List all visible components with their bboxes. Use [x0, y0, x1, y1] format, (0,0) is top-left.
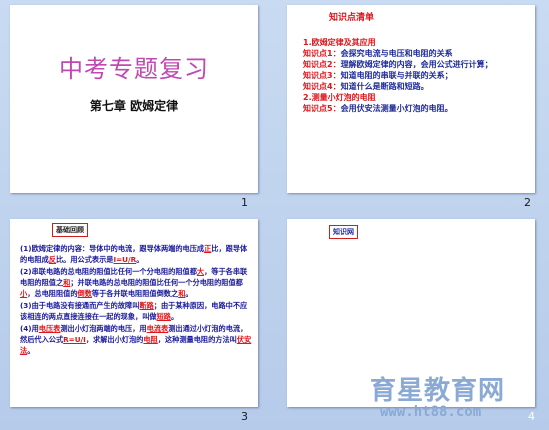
answer-blank: 倒数 — [77, 289, 92, 298]
section-tag: 基础回顾 — [52, 223, 88, 237]
slide-subtitle: 第七章 欧姆定律 — [89, 99, 179, 113]
list-item: 知识点4：知道什么是断路和短路。 — [303, 82, 429, 91]
list-item: 知识点2：理解欧姆定律的内容，会用公式进行计算； — [303, 60, 493, 69]
answer-blank: 电流表 — [146, 324, 169, 333]
answer-blank: 断路 — [139, 301, 154, 310]
list-item: 知识点3：知道电阻的串联与并联的关系； — [303, 71, 453, 80]
text-segment: (1)欧姆定律的内容：导体中的电流，跟导体两端的电压成 — [20, 244, 205, 253]
text-segment: 。 — [136, 255, 144, 264]
slide-number-1: 1 — [241, 196, 248, 209]
answer-blank: R=U/I — [63, 335, 86, 344]
answer-blank: 电压表 — [38, 324, 61, 333]
review-paragraph: (1)欧姆定律的内容：导体中的电流，跟导体两端的电压成正比，跟导体的电阻成反比。… — [20, 243, 252, 265]
answer-blank: 大 — [196, 267, 205, 276]
text-segment: (4)用 — [20, 324, 39, 333]
review-paragraph: (2)串联电路的总电阻的阻值比任何一个分电阻的阻值都大，等于各串联电阻的阻值之和… — [20, 266, 252, 299]
answer-blank: 电阻 — [143, 335, 158, 344]
slide-number-3: 3 — [241, 410, 248, 423]
site-watermark: 育星教育网 www.ht88.com — [370, 370, 540, 426]
answer-blank: I=U/R — [113, 255, 137, 264]
answer-blank: 短路 — [156, 312, 171, 321]
review-text: (1)欧姆定律的内容：导体中的电流，跟导体两端的电压成正比，跟导体的电阻成反比。… — [20, 243, 252, 357]
slide-thumbnail-3[interactable]: 基础回顾 (1)欧姆定律的内容：导体中的电流，跟导体两端的电压成正比，跟导体的电… — [10, 219, 258, 407]
text-segment: 。 — [185, 289, 193, 298]
slide-thumbnail-2[interactable]: 知识点清单 1.欧姆定律及其应用 知识点1：会探究电流与电压和电阻的关系 知识点… — [287, 5, 535, 193]
knowledge-list: 1.欧姆定律及其应用 知识点1：会探究电流与电压和电阻的关系 知识点2：理解欧姆… — [303, 37, 493, 114]
text-segment: 等于各并联电阻阻值倒数之 — [91, 289, 179, 298]
list-item: 知识点1：会探究电流与电压和电阻的关系 — [303, 49, 453, 58]
text-segment: ，求解出小灯泡的 — [85, 335, 144, 344]
list-item: 1.欧姆定律及其应用 — [303, 38, 376, 47]
list-item: 2.测量小灯泡的电阻 — [303, 93, 376, 102]
text-segment: ；并联电路的总电阻的阻值比任何一个分电阻的阻值都 — [70, 278, 243, 287]
text-segment: ，这种测量电阻的方法叫 — [157, 335, 237, 344]
text-segment: 。 — [170, 312, 179, 321]
text-segment: 测出小灯泡两端的电压，用 — [60, 324, 147, 333]
review-paragraph: (3)由于电路没有接通而产生的故障叫断路；由于某种原因，电路中不应该相连的两点直… — [20, 300, 252, 322]
watermark-url: www.ht88.com — [380, 404, 482, 420]
slide-number-4: 4 — [528, 410, 535, 423]
watermark-title: 育星教育网 — [370, 376, 506, 406]
answer-blank: 反 — [48, 255, 56, 264]
text-segment: ，总电阻阻值的 — [27, 289, 78, 298]
section-tag: 知识网 — [329, 225, 358, 239]
text-segment: (2)串联电路的总电阻的阻值比任何一个分电阻的阻值都 — [20, 267, 197, 276]
text-segment: (3)由于电路没有接通而产生的故障叫 — [20, 301, 140, 310]
slide-heading: 知识点清单 — [329, 13, 375, 23]
slide-title: 中考专题复习 — [59, 55, 209, 83]
review-paragraph: (4)用电压表测出小灯泡两端的电压，用电流表测出通过小灯泡的电流，然后代入公式R… — [20, 323, 252, 356]
list-item: 知识点5：会用伏安法测量小灯泡的电阻。 — [303, 104, 453, 113]
slide-thumbnail-1[interactable]: 中考专题复习 第七章 欧姆定律 — [10, 5, 258, 193]
text-segment: 比。用公式表示是 — [55, 255, 114, 264]
text-segment: 。 — [27, 346, 35, 355]
slide-number-2: 2 — [524, 196, 531, 209]
